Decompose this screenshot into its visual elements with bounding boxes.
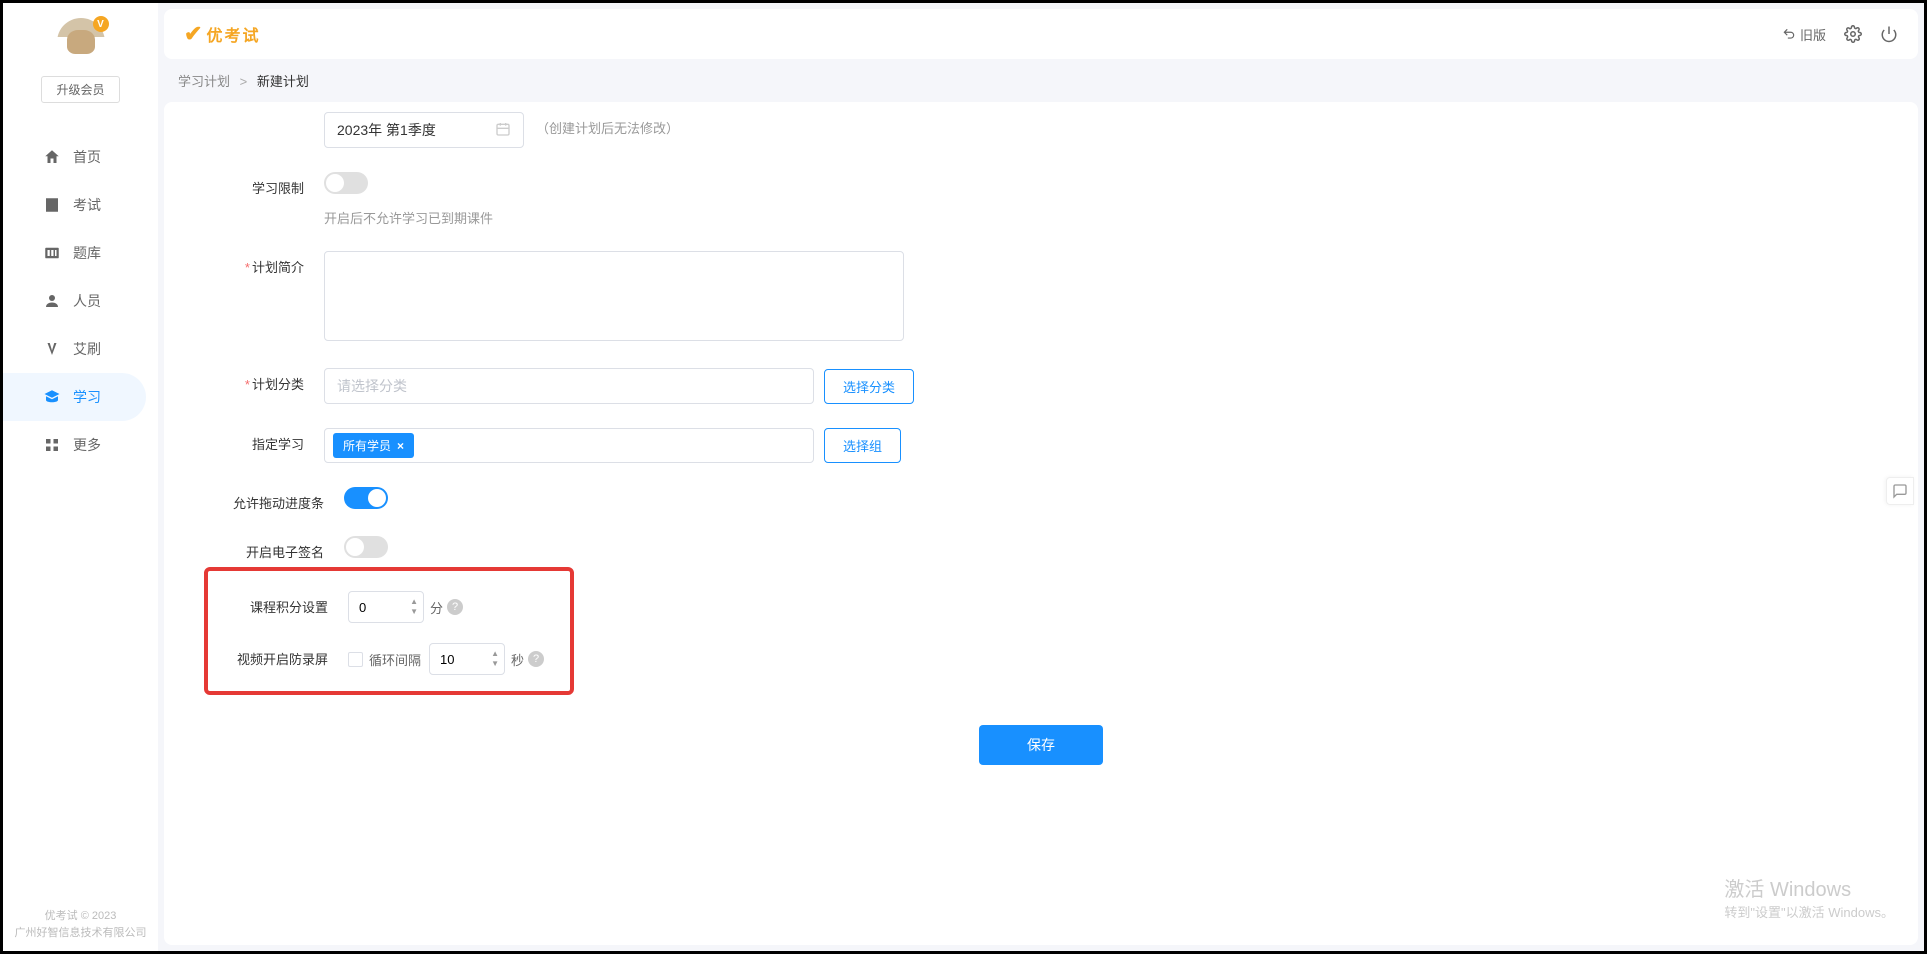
logo[interactable]: ✔ 优考试 — [184, 21, 260, 47]
form: 2023年 第1季度 （创建计划后无法修改） 学习限制 开启后不允许学习已到期课… — [164, 102, 1918, 695]
ai-icon — [43, 340, 61, 358]
vip-badge-icon: V — [93, 16, 109, 32]
assign-label: 指定学习 — [204, 428, 324, 453]
sidebar: V 升级会员 首页 考试 题库 人员 艾刷 — [3, 3, 158, 951]
assign-tagbox[interactable]: 所有学员 × — [324, 428, 814, 463]
home-icon — [43, 148, 61, 166]
nav-bank[interactable]: 题库 — [3, 229, 158, 277]
undo-icon — [1782, 27, 1796, 41]
nav-exam[interactable]: 考试 — [3, 181, 158, 229]
antirecord-checkbox[interactable] — [348, 652, 363, 667]
spinner-up-icon[interactable]: ▲ — [490, 649, 500, 659]
row-desc: *计划简介 — [204, 251, 1878, 344]
drag-toggle[interactable] — [344, 487, 388, 509]
points-label: 课程积分设置 — [208, 591, 348, 616]
category-select[interactable]: 请选择分类 — [324, 368, 814, 404]
assign-button[interactable]: 选择组 — [824, 428, 901, 463]
row-points: 课程积分设置 ▲ ▼ 分 ? — [208, 591, 570, 623]
topbar: ✔ 优考试 旧版 — [164, 9, 1918, 59]
chat-icon — [1892, 483, 1908, 499]
logo-icon: ✔ — [184, 21, 202, 47]
points-input[interactable]: ▲ ▼ — [348, 591, 424, 623]
row-period: 2023年 第1季度 （创建计划后无法修改） — [204, 112, 1878, 148]
spinner-down-icon[interactable]: ▼ — [490, 659, 500, 669]
nav-people[interactable]: 人员 — [3, 277, 158, 325]
calendar-icon — [495, 121, 511, 140]
exam-icon — [43, 196, 61, 214]
tag-remove-icon[interactable]: × — [397, 439, 404, 453]
loop-unit: 秒 — [511, 650, 524, 669]
nav-more[interactable]: 更多 — [3, 421, 158, 469]
loop-input[interactable]: ▲ ▼ — [429, 643, 505, 675]
save-button[interactable]: 保存 — [979, 725, 1103, 765]
power-icon — [1880, 25, 1898, 43]
help-icon[interactable]: ? — [528, 651, 544, 667]
loop-label: 循环间隔 — [369, 650, 421, 669]
study-icon — [43, 388, 61, 406]
nav-label: 学习 — [73, 387, 101, 407]
drag-label: 允许拖动进度条 — [204, 487, 344, 512]
old-version-button[interactable]: 旧版 — [1782, 25, 1826, 44]
bank-icon — [43, 244, 61, 262]
loop-field[interactable] — [440, 652, 480, 667]
nav-ai[interactable]: 艾刷 — [3, 325, 158, 373]
desc-label: *计划简介 — [204, 251, 324, 276]
breadcrumb-current: 新建计划 — [257, 74, 309, 89]
help-icon[interactable]: ? — [447, 599, 463, 615]
assign-tag: 所有学员 × — [333, 433, 414, 458]
points-unit: 分 — [430, 598, 443, 617]
highlight-box: 课程积分设置 ▲ ▼ 分 ? — [204, 567, 574, 695]
restrict-toggle[interactable] — [324, 172, 368, 194]
windows-watermark: 激活 Windows 转到"设置"以激活 Windows。 — [1724, 873, 1894, 921]
nav-label: 更多 — [73, 435, 101, 455]
period-input[interactable]: 2023年 第1季度 — [324, 112, 524, 148]
spinner-up-icon[interactable]: ▲ — [409, 597, 419, 607]
nav-study[interactable]: 学习 — [3, 373, 146, 421]
row-assign: 指定学习 所有学员 × 选择组 — [204, 428, 1878, 463]
action-bar: 保存 — [164, 695, 1918, 775]
breadcrumb-separator: > — [240, 74, 248, 89]
row-drag: 允许拖动进度条 — [204, 487, 1878, 512]
main: ✔ 优考试 旧版 学习计划 > 新建计划 — [158, 3, 1924, 951]
period-value: 2023年 第1季度 — [337, 120, 436, 140]
avatar-container[interactable]: V — [57, 18, 105, 66]
nav-label: 首页 — [73, 147, 101, 167]
row-restrict: 学习限制 开启后不允许学习已到期课件 — [204, 172, 1878, 227]
nav-list: 首页 考试 题库 人员 艾刷 学习 — [3, 133, 158, 469]
nav-home[interactable]: 首页 — [3, 133, 158, 181]
points-field[interactable] — [359, 600, 399, 615]
nav-label: 题库 — [73, 243, 101, 263]
user-icon — [43, 292, 61, 310]
sign-label: 开启电子签名 — [204, 536, 344, 561]
category-label: *计划分类 — [204, 368, 324, 393]
spinner-down-icon[interactable]: ▼ — [409, 607, 419, 617]
nav-label: 人员 — [73, 291, 101, 311]
more-icon — [43, 436, 61, 454]
sign-toggle[interactable] — [344, 536, 388, 558]
restrict-label: 学习限制 — [204, 172, 324, 197]
upgrade-button[interactable]: 升级会员 — [41, 76, 119, 103]
nav-label: 考试 — [73, 195, 101, 215]
restrict-hint: 开启后不允许学习已到期课件 — [324, 208, 1024, 227]
antirecord-label: 视频开启防录屏 — [208, 643, 348, 668]
top-actions: 旧版 — [1782, 25, 1898, 44]
category-button[interactable]: 选择分类 — [824, 369, 914, 404]
footer-text: 优考试 © 2023 广州好智信息技术有限公司 — [15, 908, 147, 941]
gear-icon — [1844, 25, 1862, 43]
content: 2023年 第1季度 （创建计划后无法修改） 学习限制 开启后不允许学习已到期课… — [164, 102, 1918, 945]
power-button[interactable] — [1880, 25, 1898, 43]
period-hint: （创建计划后无法修改） — [536, 112, 679, 137]
nav-label: 艾刷 — [73, 339, 101, 359]
breadcrumb: 学习计划 > 新建计划 — [158, 59, 1924, 102]
logo-text: 优考试 — [206, 28, 260, 45]
row-sign: 开启电子签名 — [204, 536, 1878, 561]
chat-float-button[interactable] — [1886, 477, 1914, 505]
row-category: *计划分类 请选择分类 选择分类 — [204, 368, 1878, 404]
settings-button[interactable] — [1844, 25, 1862, 43]
breadcrumb-parent[interactable]: 学习计划 — [178, 74, 230, 89]
row-antirecord: 视频开启防录屏 循环间隔 ▲ ▼ 秒 — [208, 643, 570, 675]
desc-textarea[interactable] — [324, 251, 904, 341]
